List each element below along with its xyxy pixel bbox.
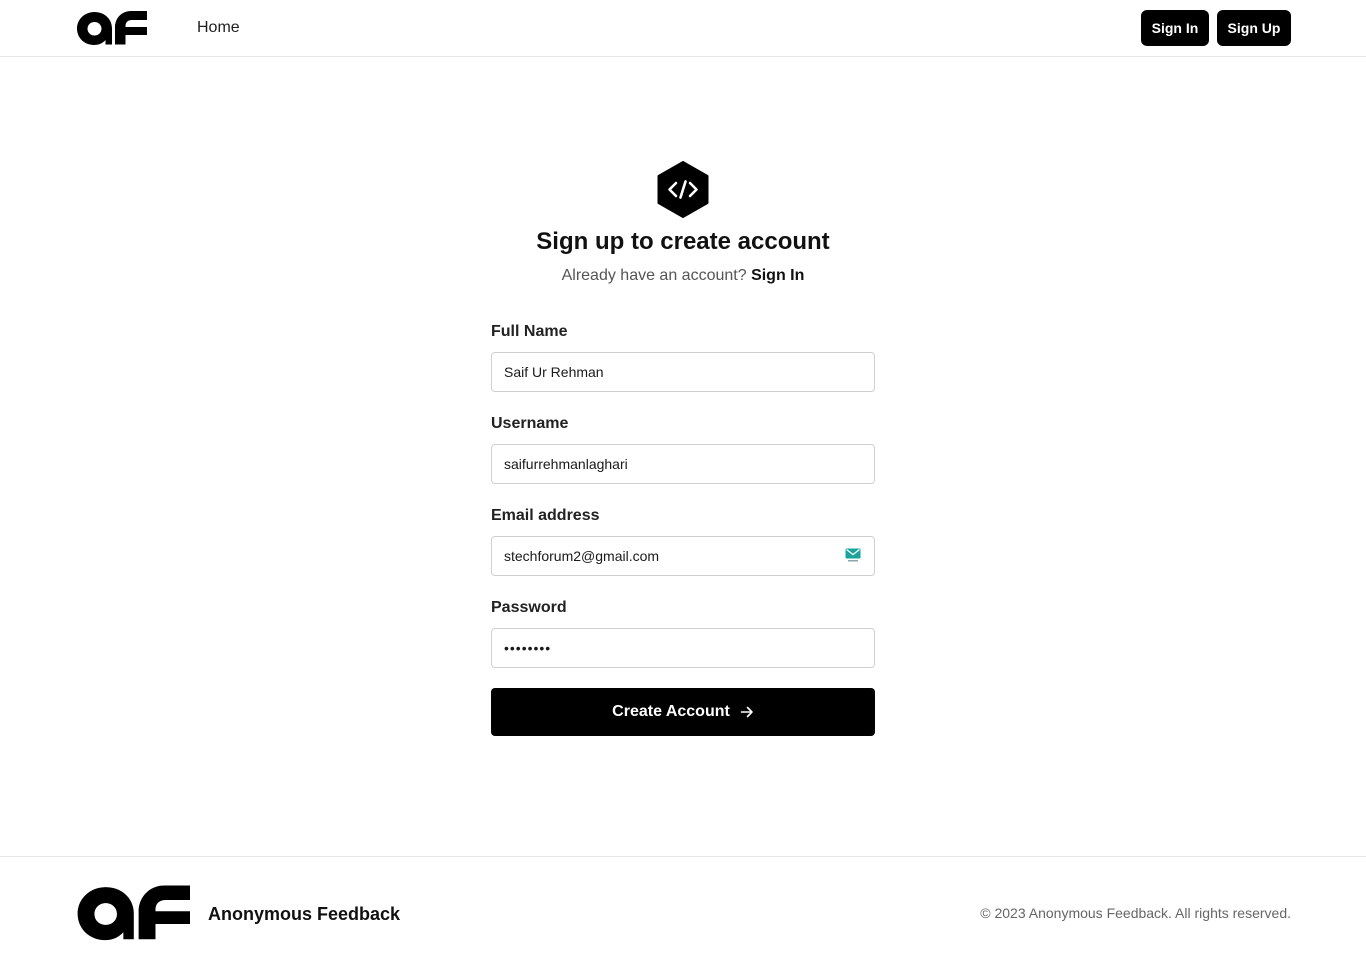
username-label: Username (491, 415, 569, 432)
nav-home-link[interactable]: Home (197, 19, 240, 37)
full-name-input[interactable] (491, 352, 875, 392)
email-field-wrapper (491, 536, 875, 576)
signin-button[interactable]: Sign In (1141, 10, 1209, 46)
footer-brand-name: Anonymous Feedback (208, 904, 401, 924)
create-account-button[interactable]: Create Account (491, 688, 875, 736)
create-account-label: Create Account (612, 703, 730, 720)
email-label: Email address (491, 507, 600, 524)
code-hexagon-icon (657, 161, 709, 218)
signup-button[interactable]: Sign Up (1217, 10, 1291, 46)
email-extension-icon[interactable] (845, 548, 861, 562)
email-input[interactable] (491, 536, 875, 576)
footer: Anonymous Feedback © 2023 Anonymous Feed… (0, 856, 1366, 953)
password-input[interactable] (491, 628, 875, 668)
signin-link[interactable]: Sign In (751, 267, 804, 284)
signin-prompt: Already have an account? Sign In (0, 267, 1366, 285)
arrow-right-icon (740, 706, 753, 718)
top-navbar: Home Sign In Sign Up (0, 0, 1366, 57)
af-logo-icon[interactable] (76, 882, 190, 942)
username-input[interactable] (491, 444, 875, 484)
footer-copyright: © 2023 Anonymous Feedback. All rights re… (980, 905, 1291, 921)
full-name-label: Full Name (491, 323, 568, 340)
af-logo-icon[interactable] (76, 9, 147, 46)
password-label: Password (491, 599, 567, 616)
signin-prompt-text: Already have an account? (561, 267, 747, 284)
page-title: Sign up to create account (536, 228, 830, 255)
